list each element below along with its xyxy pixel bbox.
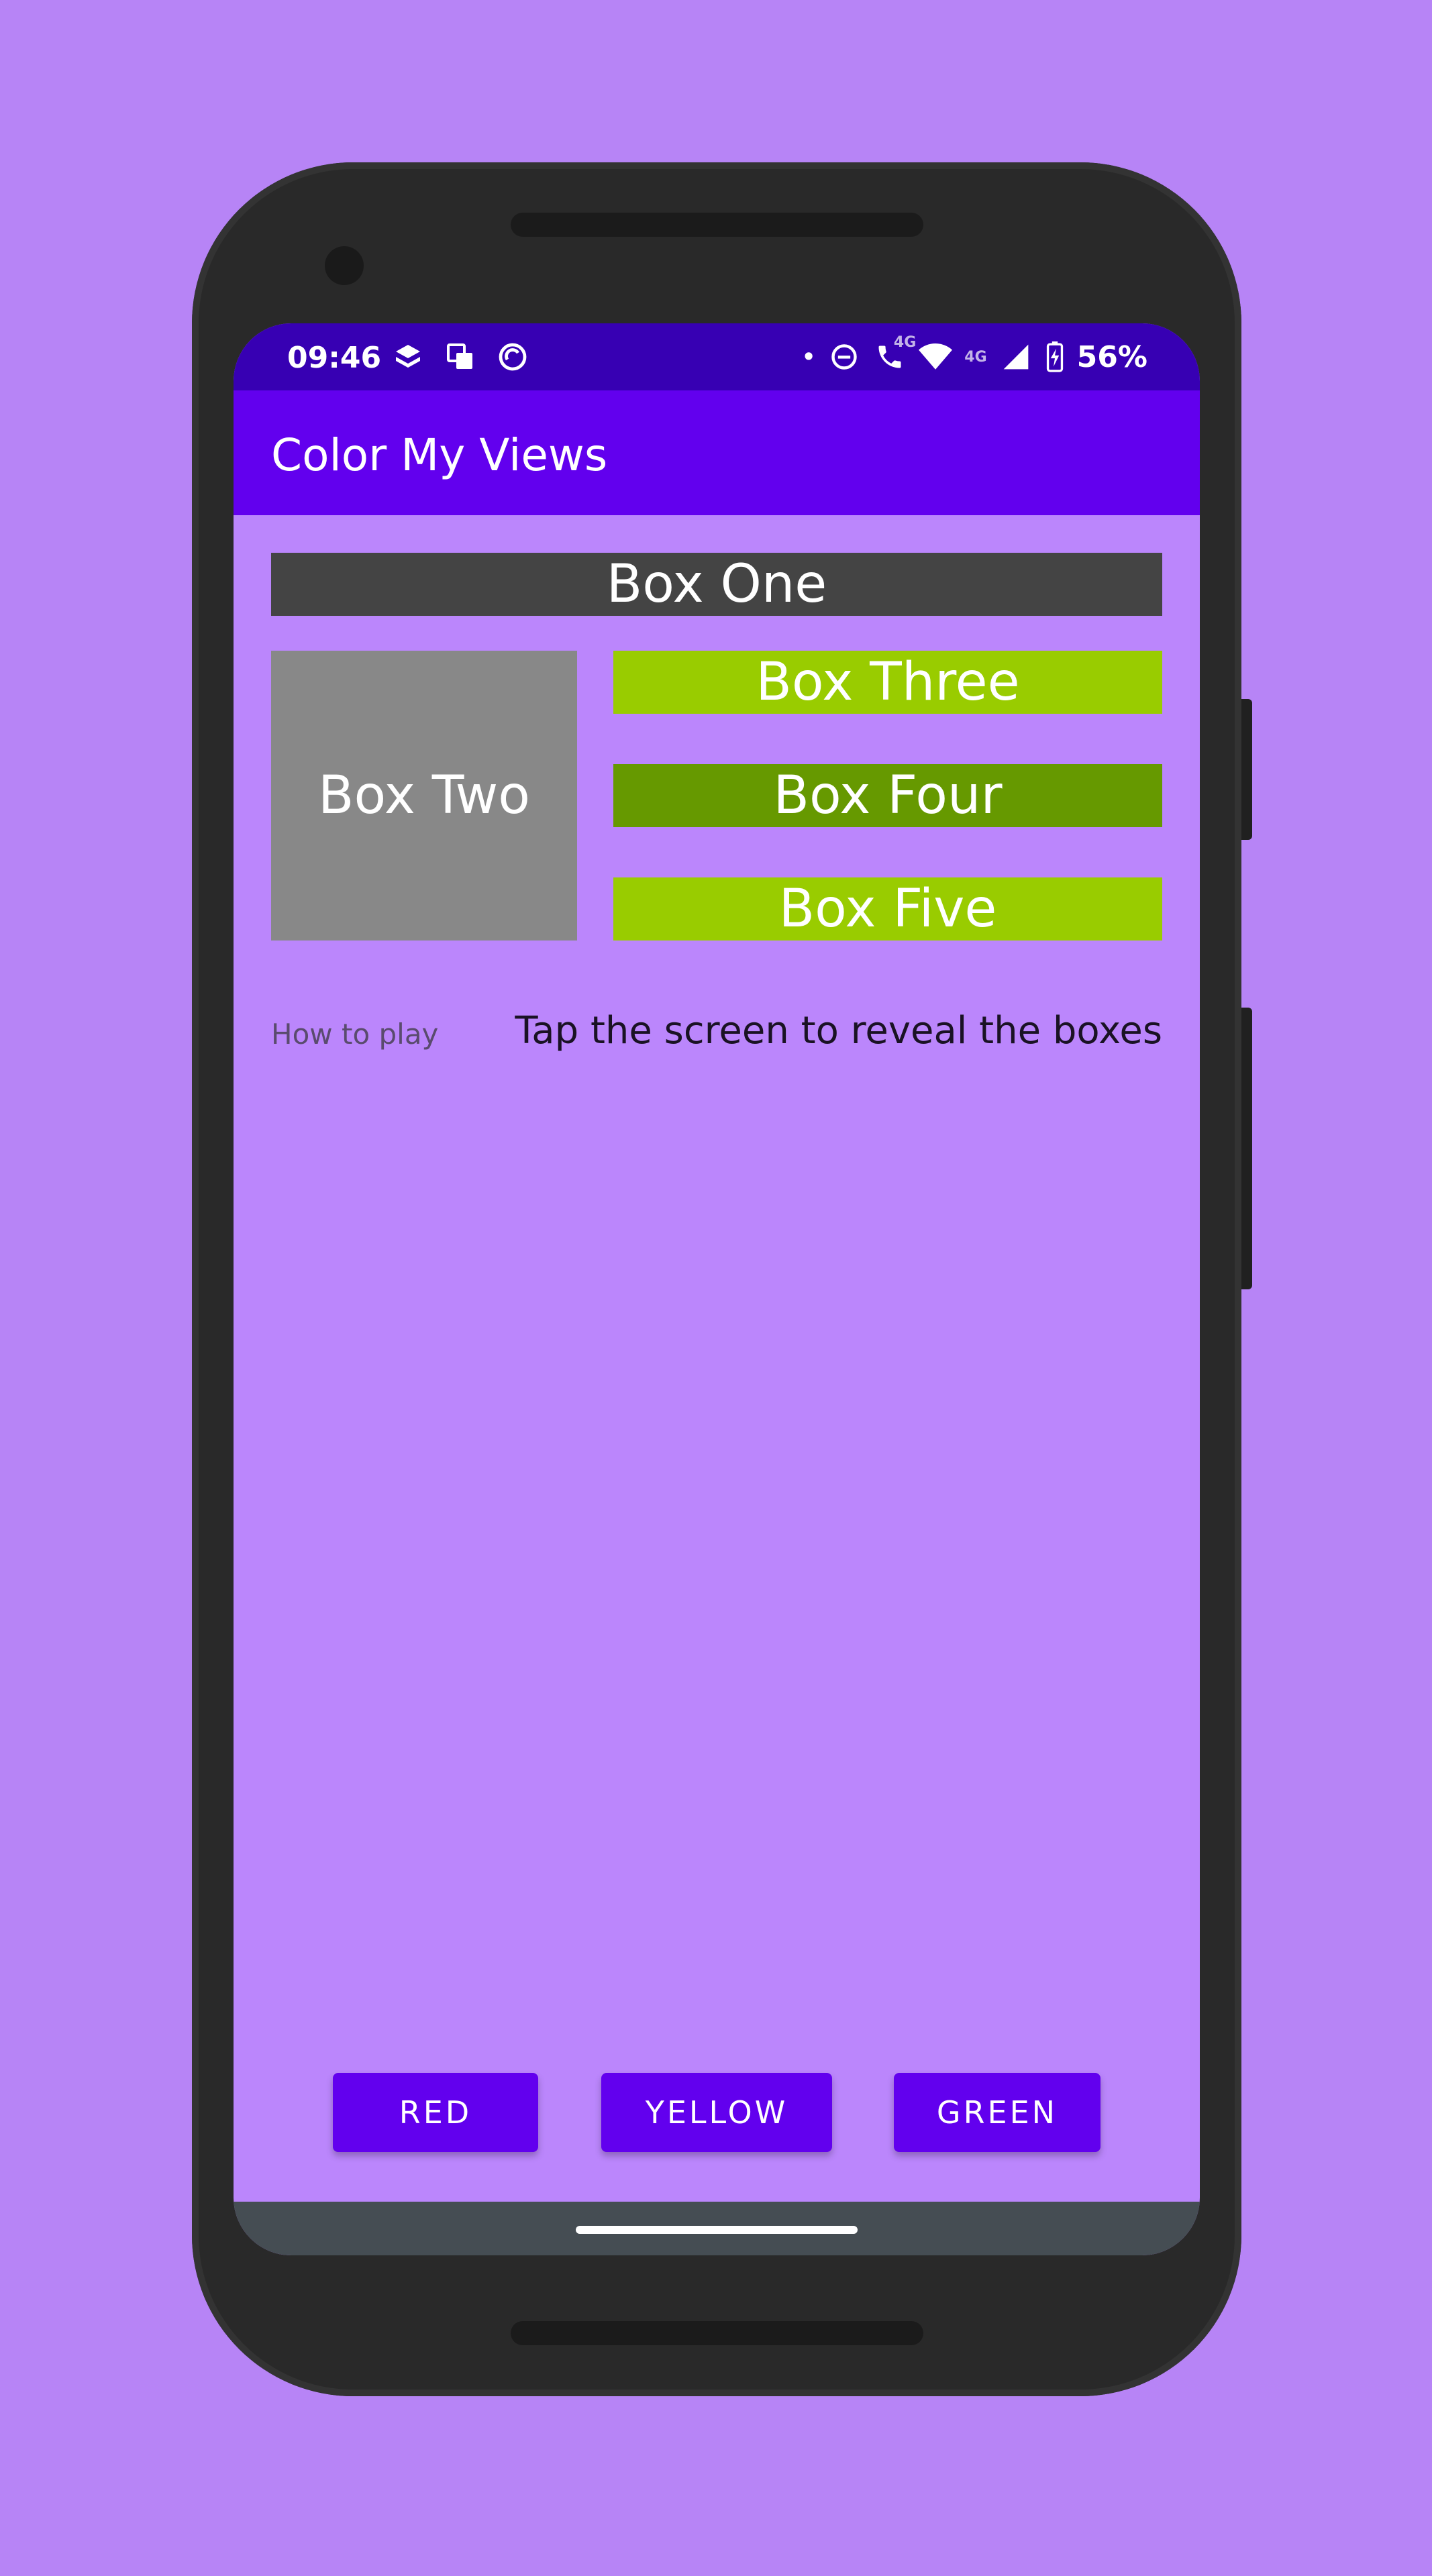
status-bar: 09:46 • 4G 4G 56% [234,323,1200,390]
front-camera [325,246,364,285]
network-type-label: 4G [964,348,987,366]
battery-percent: 56% [1076,339,1147,374]
how-to-play-label: How to play [271,1018,439,1051]
do-not-disturb-icon [827,338,861,376]
screen: 09:46 • 4G 4G 56% Color My Views Box One… [234,323,1200,2255]
speaker-grille [511,213,923,237]
side-button [1241,1008,1252,1289]
yellow-button[interactable]: YELLOW [601,2073,832,2152]
notification-dot: • [801,344,816,370]
box-three[interactable]: Box Three [613,651,1162,714]
notification-icons [389,338,531,376]
app-title: Color My Views [271,429,608,481]
green-button[interactable]: GREEN [894,2073,1101,2152]
sync-icon [494,338,531,376]
red-button[interactable]: RED [333,2073,538,2152]
phone-frame: 09:46 • 4G 4G 56% Color My Views Box One… [192,162,1252,2396]
layers-icon [389,338,427,376]
box-one[interactable]: Box One [271,553,1162,616]
signal-icon [999,338,1033,376]
translate-icon [442,338,479,376]
app-bar: Color My Views [234,390,1200,515]
navigation-bar [234,2202,1200,2255]
instructions-text: Tap the screen to reveal the boxes [515,1009,1162,1053]
speaker-grille-bottom [511,2321,923,2345]
status-time: 09:46 [287,341,382,375]
side-button [1241,699,1252,840]
call-lte-label: 4G [893,334,917,351]
battery-charging-icon [1045,338,1065,376]
phone-lte-icon: 4G [873,334,916,376]
box-two[interactable]: Box Two [271,651,577,941]
box-four[interactable]: Box Four [613,764,1162,827]
status-right: • 4G 4G 56% [801,334,1147,376]
box-five[interactable]: Box Five [613,877,1162,941]
home-gesture-handle[interactable] [576,2226,858,2234]
wifi-icon [919,338,953,376]
